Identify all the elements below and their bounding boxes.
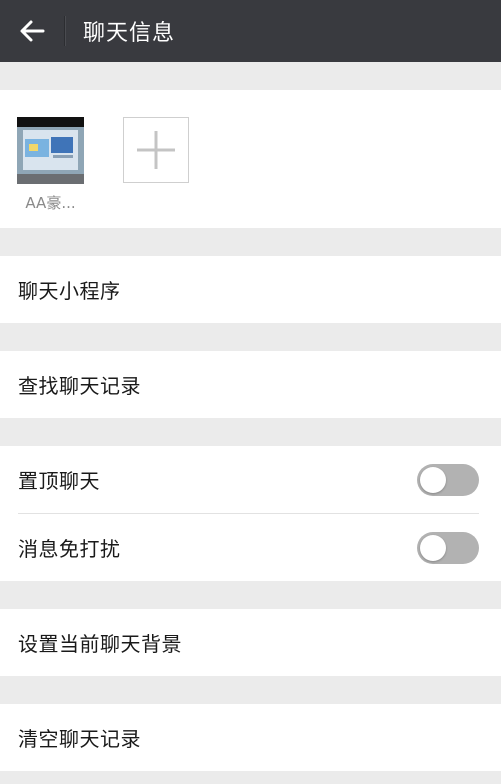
pin-chat-item: 置顶聊天 — [0, 446, 501, 513]
page-title: 聊天信息 — [83, 21, 176, 46]
mini-programs-section: 聊天小程序 — [0, 256, 501, 323]
mute-notifications-toggle[interactable] — [417, 531, 479, 564]
section-gap — [0, 676, 501, 704]
clear-section: 清空聊天记录 — [0, 704, 501, 771]
top-bar: 聊天信息 — [0, 0, 501, 62]
members-section: AA豪... — [0, 90, 501, 228]
mute-notifications-label: 消息免打扰 — [18, 537, 121, 561]
clear-chat-history-label: 清空聊天记录 — [18, 727, 141, 751]
toggle-knob — [420, 534, 446, 561]
set-chat-background-item[interactable]: 设置当前聊天背景 — [0, 609, 501, 676]
background-section: 设置当前聊天背景 — [0, 609, 501, 676]
search-section: 查找聊天记录 — [0, 351, 501, 418]
section-gap — [0, 418, 501, 446]
set-chat-background-label: 设置当前聊天背景 — [18, 632, 182, 656]
member-name: AA豪... — [25, 194, 76, 212]
search-chat-history-label: 查找聊天记录 — [18, 374, 141, 398]
clear-chat-history-item[interactable]: 清空聊天记录 — [0, 704, 501, 771]
settings-section: 置顶聊天 消息免打扰 — [0, 446, 501, 581]
bottom-gap — [0, 771, 501, 784]
add-member-button[interactable] — [123, 117, 189, 183]
chat-mini-programs-item[interactable]: 聊天小程序 — [0, 256, 501, 323]
search-chat-history-item[interactable]: 查找聊天记录 — [0, 351, 501, 418]
back-button[interactable] — [0, 0, 64, 62]
section-gap — [0, 323, 501, 351]
member-item[interactable]: AA豪... — [17, 117, 84, 228]
header-divider — [64, 16, 65, 46]
pin-chat-label: 置顶聊天 — [18, 469, 100, 493]
section-gap — [0, 228, 501, 256]
chat-mini-programs-label: 聊天小程序 — [18, 279, 121, 303]
section-gap — [0, 581, 501, 609]
toggle-knob — [420, 466, 446, 493]
arrow-left-icon — [20, 20, 45, 42]
contact-avatar[interactable] — [17, 117, 84, 184]
pin-chat-toggle[interactable] — [417, 463, 479, 496]
avatar-image — [17, 117, 84, 184]
plus-icon — [137, 131, 175, 169]
mute-notifications-item: 消息免打扰 — [0, 514, 501, 581]
section-gap — [0, 62, 501, 90]
